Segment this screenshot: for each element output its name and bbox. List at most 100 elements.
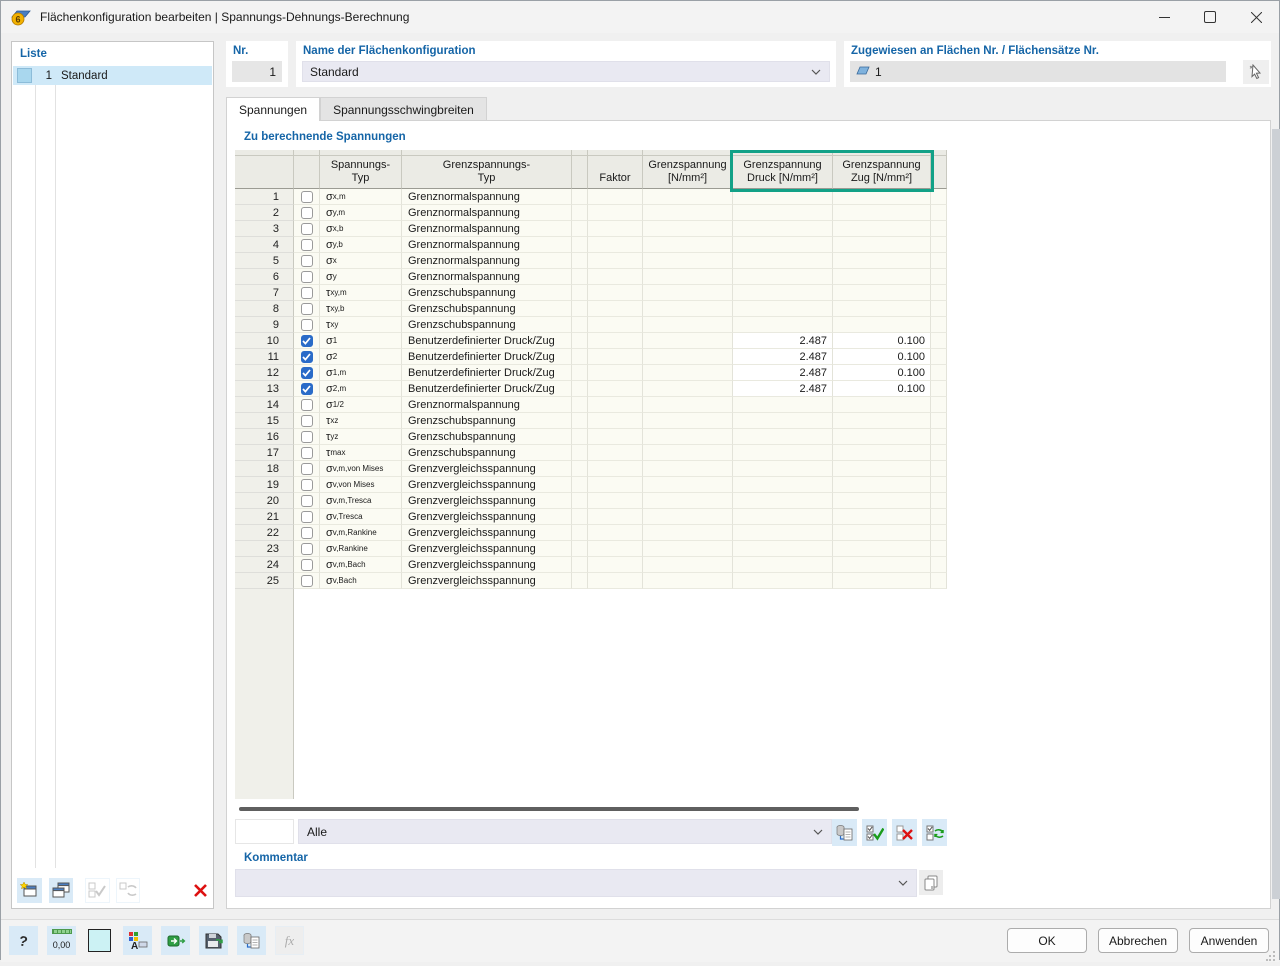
limit-compression-cell[interactable]: [733, 317, 833, 333]
copy-comment-button[interactable]: [919, 870, 943, 895]
limit-stress-cell[interactable]: [643, 317, 733, 333]
stress-type-cell[interactable]: σ 1,m: [320, 365, 402, 381]
units-decimal-places-button[interactable]: 0,00: [47, 926, 76, 955]
limit-tension-cell[interactable]: [833, 237, 931, 253]
factor-cell[interactable]: [588, 477, 643, 493]
stress-type-cell[interactable]: σ v,m,von Mises: [320, 461, 402, 477]
limit-compression-cell[interactable]: [733, 301, 833, 317]
limit-stress-type-cell[interactable]: Grenznormalspannung: [402, 253, 572, 269]
row-checkbox[interactable]: [294, 541, 320, 557]
limit-stress-cell[interactable]: [643, 445, 733, 461]
stress-type-cell[interactable]: σ y,m: [320, 205, 402, 221]
limit-stress-type-cell[interactable]: Benutzerdefinierter Druck/Zug: [402, 381, 572, 397]
factor-cell[interactable]: [588, 397, 643, 413]
limit-compression-cell[interactable]: 2.487: [733, 333, 833, 349]
limit-stress-type-cell[interactable]: Benutzerdefinierter Druck/Zug: [402, 333, 572, 349]
stress-type-cell[interactable]: τ xy: [320, 317, 402, 333]
copy-configuration-button[interactable]: [48, 877, 74, 903]
list-item-standard[interactable]: 1 Standard: [13, 66, 212, 85]
apply-to-all-tables-button[interactable]: [832, 819, 857, 846]
row-checkbox[interactable]: [294, 253, 320, 269]
close-button[interactable]: [1233, 1, 1279, 33]
limit-stress-type-cell[interactable]: Grenzschubspannung: [402, 413, 572, 429]
limit-tension-cell[interactable]: [833, 557, 931, 573]
delete-configuration-button[interactable]: [188, 878, 213, 903]
limit-compression-cell[interactable]: [733, 525, 833, 541]
limit-stress-cell[interactable]: [643, 541, 733, 557]
row-checkbox[interactable]: [294, 301, 320, 317]
row-checkbox[interactable]: [294, 381, 320, 397]
row-checkbox[interactable]: [294, 237, 320, 253]
display-properties-button[interactable]: A: [123, 926, 152, 955]
factor-cell[interactable]: [588, 237, 643, 253]
cancel-button[interactable]: Abbrechen: [1098, 928, 1178, 953]
deselect-all-button[interactable]: [892, 819, 917, 846]
stress-type-cell[interactable]: σ v,m,Bach: [320, 557, 402, 573]
factor-cell[interactable]: [588, 381, 643, 397]
limit-tension-cell[interactable]: [833, 413, 931, 429]
limit-stress-cell[interactable]: [643, 429, 733, 445]
stress-type-cell[interactable]: σ v,von Mises: [320, 477, 402, 493]
limit-compression-cell[interactable]: [733, 269, 833, 285]
row-checkbox[interactable]: [294, 333, 320, 349]
row-checkbox[interactable]: [294, 429, 320, 445]
limit-tension-cell[interactable]: [833, 221, 931, 237]
import-from-configuration-button[interactable]: [161, 926, 190, 955]
row-checkbox[interactable]: [294, 269, 320, 285]
limit-stress-type-cell[interactable]: Grenzschubspannung: [402, 429, 572, 445]
limit-compression-cell[interactable]: [733, 429, 833, 445]
row-checkbox[interactable]: [294, 493, 320, 509]
limit-stress-cell[interactable]: [643, 349, 733, 365]
factor-cell[interactable]: [588, 253, 643, 269]
stress-type-cell[interactable]: τ xz: [320, 413, 402, 429]
limit-stress-cell[interactable]: [643, 381, 733, 397]
factor-cell[interactable]: [588, 205, 643, 221]
factor-cell[interactable]: [588, 525, 643, 541]
stress-type-cell[interactable]: τ yz: [320, 429, 402, 445]
limit-tension-cell[interactable]: [833, 397, 931, 413]
comment-combobox[interactable]: [235, 869, 917, 897]
name-combobox[interactable]: Standard: [302, 61, 830, 82]
scrollbar-thumb[interactable]: [239, 807, 859, 811]
limit-compression-cell[interactable]: [733, 397, 833, 413]
limit-stress-cell[interactable]: [643, 189, 733, 205]
table-horizontal-scrollbar[interactable]: [235, 804, 947, 814]
limit-stress-type-cell[interactable]: Grenznormalspannung: [402, 269, 572, 285]
row-checkbox[interactable]: [294, 445, 320, 461]
stress-type-cell[interactable]: σ 2,m: [320, 381, 402, 397]
limit-compression-cell[interactable]: [733, 461, 833, 477]
limit-stress-type-cell[interactable]: Grenznormalspannung: [402, 189, 572, 205]
factor-cell[interactable]: [588, 333, 643, 349]
row-checkbox[interactable]: [294, 349, 320, 365]
limit-stress-type-cell[interactable]: Grenzvergleichsspannung: [402, 477, 572, 493]
color-sample-box[interactable]: [85, 926, 114, 955]
limit-stress-cell[interactable]: [643, 525, 733, 541]
row-checkbox[interactable]: [294, 221, 320, 237]
limit-tension-cell[interactable]: [833, 253, 931, 269]
copy-table-content-button[interactable]: [237, 926, 266, 955]
stress-type-cell[interactable]: σ y,b: [320, 237, 402, 253]
limit-stress-cell[interactable]: [643, 301, 733, 317]
limit-compression-cell[interactable]: [733, 509, 833, 525]
stress-type-cell[interactable]: σ x,b: [320, 221, 402, 237]
limit-tension-cell[interactable]: [833, 461, 931, 477]
limit-stress-type-cell[interactable]: Grenznormalspannung: [402, 205, 572, 221]
limit-stress-cell[interactable]: [643, 221, 733, 237]
limit-tension-cell[interactable]: [833, 509, 931, 525]
factor-cell[interactable]: [588, 221, 643, 237]
limit-compression-cell[interactable]: [733, 253, 833, 269]
stress-type-cell[interactable]: σy: [320, 269, 402, 285]
limit-tension-cell[interactable]: [833, 189, 931, 205]
limit-stress-cell[interactable]: [643, 461, 733, 477]
limit-tension-cell[interactable]: [833, 477, 931, 493]
stress-type-cell[interactable]: τ xy,m: [320, 285, 402, 301]
limit-stress-type-cell[interactable]: Grenzschubspannung: [402, 317, 572, 333]
limit-tension-cell[interactable]: [833, 301, 931, 317]
row-checkbox[interactable]: [294, 557, 320, 573]
minimize-button[interactable]: [1141, 1, 1187, 33]
factor-cell[interactable]: [588, 413, 643, 429]
limit-stress-cell[interactable]: [643, 205, 733, 221]
limit-stress-cell[interactable]: [643, 285, 733, 301]
limit-stress-type-cell[interactable]: Grenzschubspannung: [402, 301, 572, 317]
stress-type-cell[interactable]: σx: [320, 253, 402, 269]
